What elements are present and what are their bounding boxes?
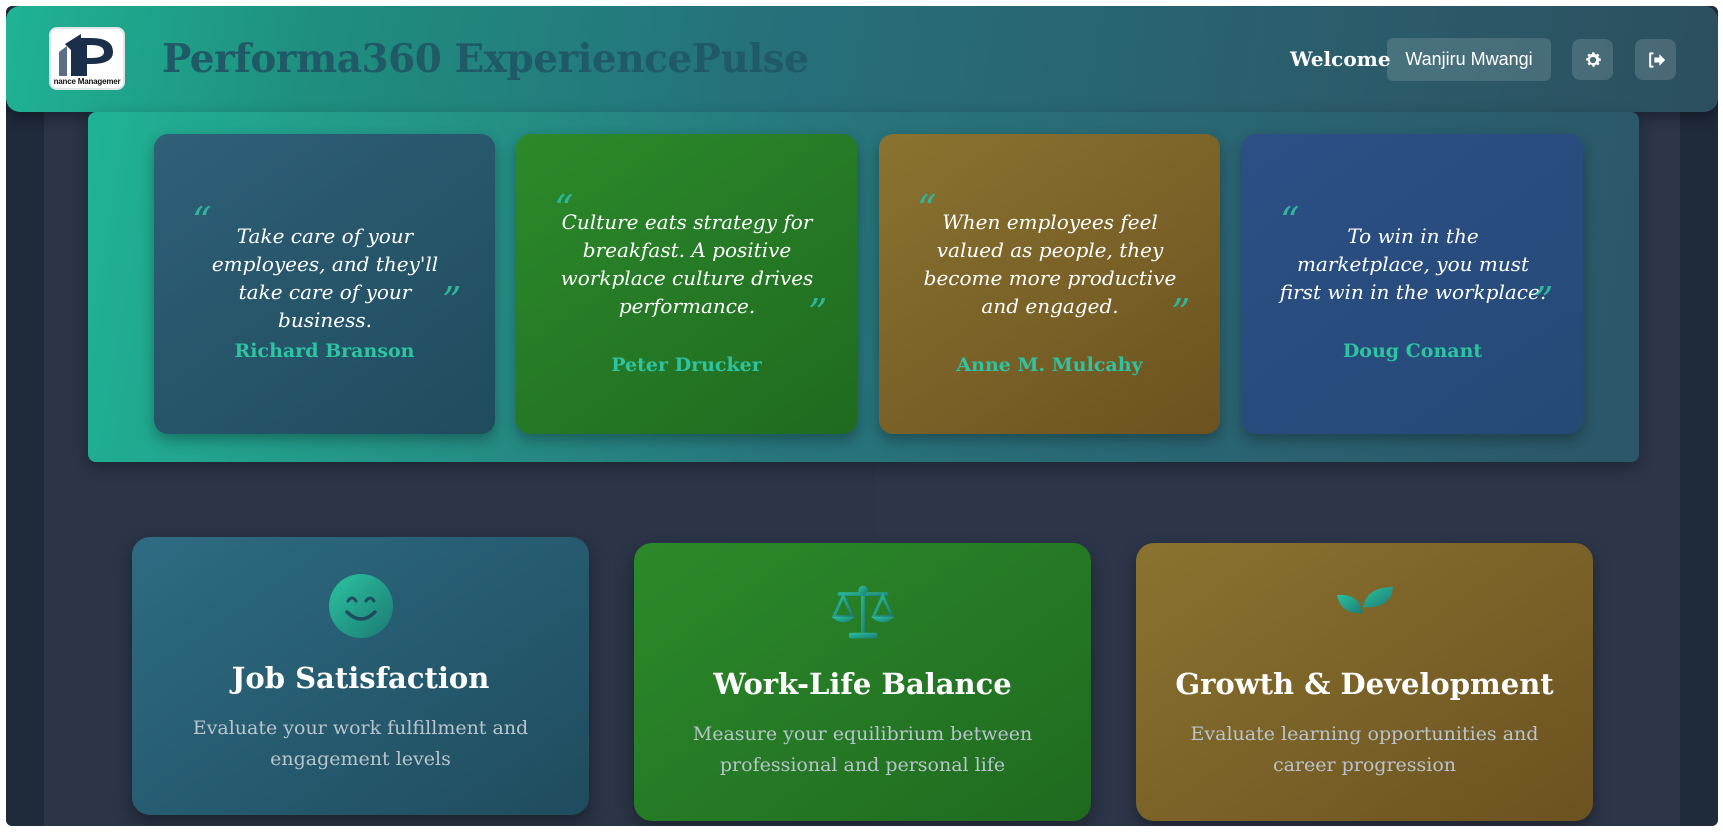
quote-author: Peter Drucker [611,354,762,376]
settings-button[interactable] [1572,39,1613,80]
quote-text: Take care of your employees, and they'll… [211,224,439,332]
logout-button[interactable] [1635,39,1676,80]
quote-card: “ When employees feel valued as people, … [879,134,1220,434]
logout-icon [1648,51,1665,68]
card-description: Evaluate learning opportunities and care… [1190,723,1539,776]
quotes-carousel: “ Take care of your employees, and they'… [88,112,1639,462]
card-description: Evaluate your work fulfillment and engag… [192,717,529,770]
work-life-balance-card[interactable]: Work-Life Balance Measure your equilibri… [634,543,1091,821]
logo-caption: nance Managemer [53,77,121,86]
quote-author: Anne M. Mulcahy [956,354,1143,376]
logo-mark-icon [59,34,113,76]
quote-text: Culture eats strategy for breakfast. A p… [560,210,814,318]
gear-icon [1585,51,1601,67]
balance-scale-icon [830,579,896,645]
quote-card: “ Take care of your employees, and they'… [154,134,495,434]
quote-author: Doug Conant [1342,340,1483,362]
job-satisfaction-card[interactable]: Job Satisfaction Evaluate your work fulf… [132,537,589,815]
quote-card: “ To win in the marketplace, you must fi… [1242,134,1583,434]
close-quote-icon: ” [1534,279,1554,323]
card-title: Work-Life Balance [713,667,1012,701]
welcome-label: Welcome [1290,47,1391,71]
app-title: Performa360 ExperiencePulse [162,36,809,82]
quote-text: To win in the marketplace, you must firs… [1279,224,1547,304]
quote-author: Richard Branson [234,340,415,362]
quote-text: When employees feel valued as people, th… [923,210,1177,318]
smile-icon [328,573,394,639]
card-description: Measure your equilibrium between profess… [692,723,1033,776]
seedling-icon [1332,579,1398,645]
growth-development-card[interactable]: Growth & Development Evaluate learning o… [1136,543,1593,821]
app-frame: nance Managemer Performa360 ExperiencePu… [6,6,1718,826]
quote-card: “ Culture eats strategy for breakfast. A… [516,134,857,434]
top-header: nance Managemer Performa360 ExperiencePu… [6,6,1718,112]
close-quote-icon: ” [808,291,828,335]
card-title: Job Satisfaction [231,661,490,695]
user-name-badge[interactable]: Wanjiru Mwangi [1387,38,1551,81]
company-logo[interactable]: nance Managemer [49,27,125,90]
card-title: Growth & Development [1175,667,1554,701]
close-quote-icon: ” [1171,291,1191,335]
close-quote-icon: ” [442,279,462,323]
